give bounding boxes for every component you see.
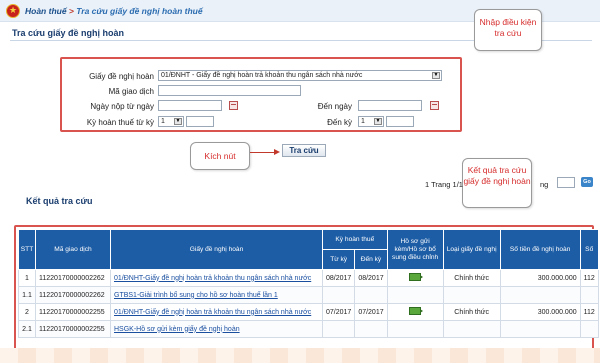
row-amount [499,286,581,304]
column-header-attach: Hồ sơ gửi kèm/Hồ sơ bổ sung điều chỉnh [386,229,444,270]
pager-info: 1 Trang 1/1 [425,180,463,189]
row-extra [579,320,599,338]
input-hint-text: Nhập điều kiện tra cứu [479,17,537,38]
row-type [442,320,501,338]
row-period-from: 08/2017 [321,269,356,287]
column-header-amount: Số tiền đề nghị hoàn [499,229,581,270]
breadcrumb-root[interactable]: Hoàn thuế [25,6,67,16]
doc-type-selected: 01/ĐNHT - Giấy đề nghị hoàn trả khoản th… [161,72,363,79]
input-hint-callout: Nhập điều kiện tra cứu [474,9,542,51]
row-code: 11220170000002255 [35,303,111,321]
result-hint-callout: Kết quả tra cứu giấy đề nghị hoàn [462,158,532,208]
row-code: 11220170000002262 [35,269,111,287]
row-extra [579,286,599,304]
row-stt: 1.1 [18,286,36,304]
row-extra: 112 [579,303,599,321]
dropdown-arrow-icon: ▼ [174,118,182,125]
column-header-stt: STT [18,229,36,270]
transaction-code-input[interactable] [158,85,301,96]
row-type: Chính thức [442,303,501,321]
pager-goto-label: ng [540,180,549,189]
row-doc-link-text[interactable]: HSGK-Hồ sơ gửi kèm giấy đề nghị hoàn [114,326,240,333]
period-to-label: Đến kỳ [327,118,352,127]
attachment-icon[interactable] [409,307,424,315]
to-date-input[interactable] [358,100,422,111]
row-doc-link-text[interactable]: 01/ĐNHT-Giấy đề nghị hoàn trả khoản thu … [114,309,311,316]
row-type: Chính thức [442,269,501,287]
column-header-period-to: Đến kỳ [354,249,388,270]
row-period-to: 07/2017 [354,303,388,321]
period-to-value: 1 [361,118,365,125]
table-row: 1.1 11220170000002262 GTBS1-Giải trình b… [18,286,599,304]
row-stt: 1 [18,269,36,287]
doc-type-label: Giấy đề nghị hoàn [89,72,154,81]
dropdown-arrow-icon: ▼ [432,72,440,79]
row-doc-link-text[interactable]: 01/ĐNHT-Giấy đề nghị hoàn trả khoản thu … [114,275,311,282]
table-row: 1 11220170000002262 01/ĐNHT-Giấy đề nghị… [18,269,599,287]
row-doc-link[interactable]: 01/ĐNHT-Giấy đề nghị hoàn trả khoản thu … [110,269,323,287]
row-stt: 2 [18,303,36,321]
column-header-period: Kỳ hoàn thuế [322,229,388,250]
row-period-to: 08/2017 [354,269,388,287]
row-amount [499,320,581,338]
column-header-period-from: Từ kỳ [321,249,356,270]
from-date-label: Ngày nộp từ ngày [90,102,154,111]
click-hint-text: Kích nút [204,151,236,161]
breadcrumb: Hoàn thuế > Tra cứu giấy đề nghị hoàn th… [25,6,203,16]
results-table: STT Mã giao dịch Giấy đề nghị hoàn Kỳ ho… [18,229,599,338]
national-emblem-icon [6,4,20,18]
row-period-from [321,286,356,304]
pointer-arrow [250,149,280,155]
breadcrumb-separator: > [66,6,77,16]
transaction-code-label: Mã giao dịch [108,87,154,96]
calendar-icon[interactable] [430,101,439,110]
row-period-from: 07/2017 [321,303,356,321]
period-to-select[interactable]: 1 ▼ [358,116,384,127]
to-date-label: Đến ngày [317,102,352,111]
period-from-value: 1 [161,118,165,125]
row-doc-link[interactable]: GTBS1-Giải trình bổ sung cho hồ sơ hoàn … [110,286,323,304]
attachment-icon[interactable] [409,273,424,281]
row-doc-link[interactable]: 01/ĐNHT-Giấy đề nghị hoàn trả khoản thu … [110,303,323,321]
row-period-to [354,286,388,304]
column-header-doc: Giấy đề nghị hoàn [110,229,323,270]
results-title: Kết quả tra cứu [26,196,93,206]
row-type [442,286,501,304]
search-button[interactable]: Tra cứu [282,144,326,157]
go-icon[interactable]: Go [581,177,593,187]
row-attach [386,320,444,338]
calendar-icon[interactable] [229,101,238,110]
search-section-title: Tra cứu giấy đề nghị hoàn [12,28,125,38]
row-stt: 2.1 [18,320,36,338]
table-row: 2 11220170000002255 01/ĐNHT-Giấy đề nghị… [18,303,599,321]
column-header-type: Loại giấy đề nghị [442,229,501,270]
column-header-code: Mã giao dịch [35,229,111,270]
table-row: 2.1 11220170000002255 HSGK-Hồ sơ gửi kèm… [18,320,599,338]
row-attach [386,286,444,304]
row-period-to [354,320,388,338]
row-doc-link-text[interactable]: GTBS1-Giải trình bổ sung cho hồ sơ hoàn … [114,292,278,299]
page-number-input[interactable] [557,177,575,188]
row-doc-link[interactable]: HSGK-Hồ sơ gửi kèm giấy đề nghị hoàn [110,320,323,338]
result-hint-text: Kết quả tra cứu giấy đề nghị hoàn [463,165,531,186]
row-amount: 300.000.000 [499,303,581,321]
period-from-label: Kỳ hoàn thuế từ kỳ [86,118,154,127]
row-code: 11220170000002255 [35,320,111,338]
row-period-from [321,320,356,338]
doc-type-select[interactable]: 01/ĐNHT - Giấy đề nghị hoàn trả khoản th… [158,70,442,81]
period-from-select[interactable]: 1 ▼ [158,116,184,127]
period-to-year-input[interactable] [386,116,414,127]
row-amount: 300.000.000 [499,269,581,287]
column-header-extra: Số [579,229,599,270]
period-from-year-input[interactable] [186,116,214,127]
click-hint-callout: Kích nút [190,142,250,170]
row-attach[interactable] [386,269,444,287]
row-code: 11220170000002262 [35,286,111,304]
dropdown-arrow-icon: ▼ [374,118,382,125]
decorative-footer-strip [0,348,600,363]
row-attach[interactable] [386,303,444,321]
row-extra: 112 [579,269,599,287]
from-date-input[interactable] [158,100,222,111]
breadcrumb-current: Tra cứu giấy đề nghị hoàn thuế [76,6,203,16]
